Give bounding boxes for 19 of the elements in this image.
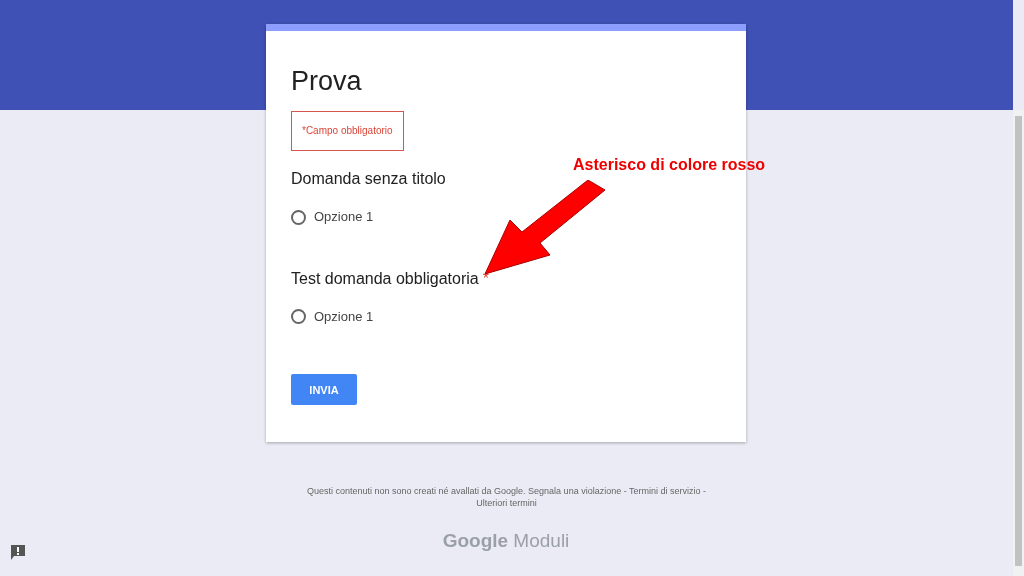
submit-button[interactable]: INVIA bbox=[291, 374, 357, 406]
form-title: Prova bbox=[291, 65, 363, 98]
annotation-text: Asterisco di colore rosso bbox=[573, 155, 766, 175]
option-label: Opzione 1 bbox=[314, 307, 374, 326]
scrollbar[interactable] bbox=[1013, 110, 1024, 576]
footer-text: Questi contenuti non sono creati né avallati da Google. Segnala una violazione - Termini di servizio - Ulteriori termini bbox=[305, 485, 708, 510]
brand-logo: Google Moduli bbox=[441, 529, 571, 553]
radio-button[interactable] bbox=[291, 309, 306, 325]
option-label: Opzione 1 bbox=[314, 208, 374, 227]
footer-link[interactable]: Ulteriori termini bbox=[476, 498, 537, 509]
question-title: Test domanda obbligatoria bbox=[291, 268, 479, 289]
required-asterisk: * bbox=[482, 268, 489, 289]
radio-button[interactable] bbox=[291, 209, 306, 225]
feedback-icon[interactable] bbox=[10, 544, 26, 561]
required-note: *Campo obbligatorio bbox=[291, 111, 404, 152]
footer-link[interactable]: Termini di servizio bbox=[629, 486, 701, 496]
question-title: Domanda senza titolo bbox=[291, 169, 446, 190]
footer-link[interactable]: Segnala una violazione bbox=[528, 486, 622, 496]
scrollbar-thumb[interactable] bbox=[1015, 116, 1022, 566]
